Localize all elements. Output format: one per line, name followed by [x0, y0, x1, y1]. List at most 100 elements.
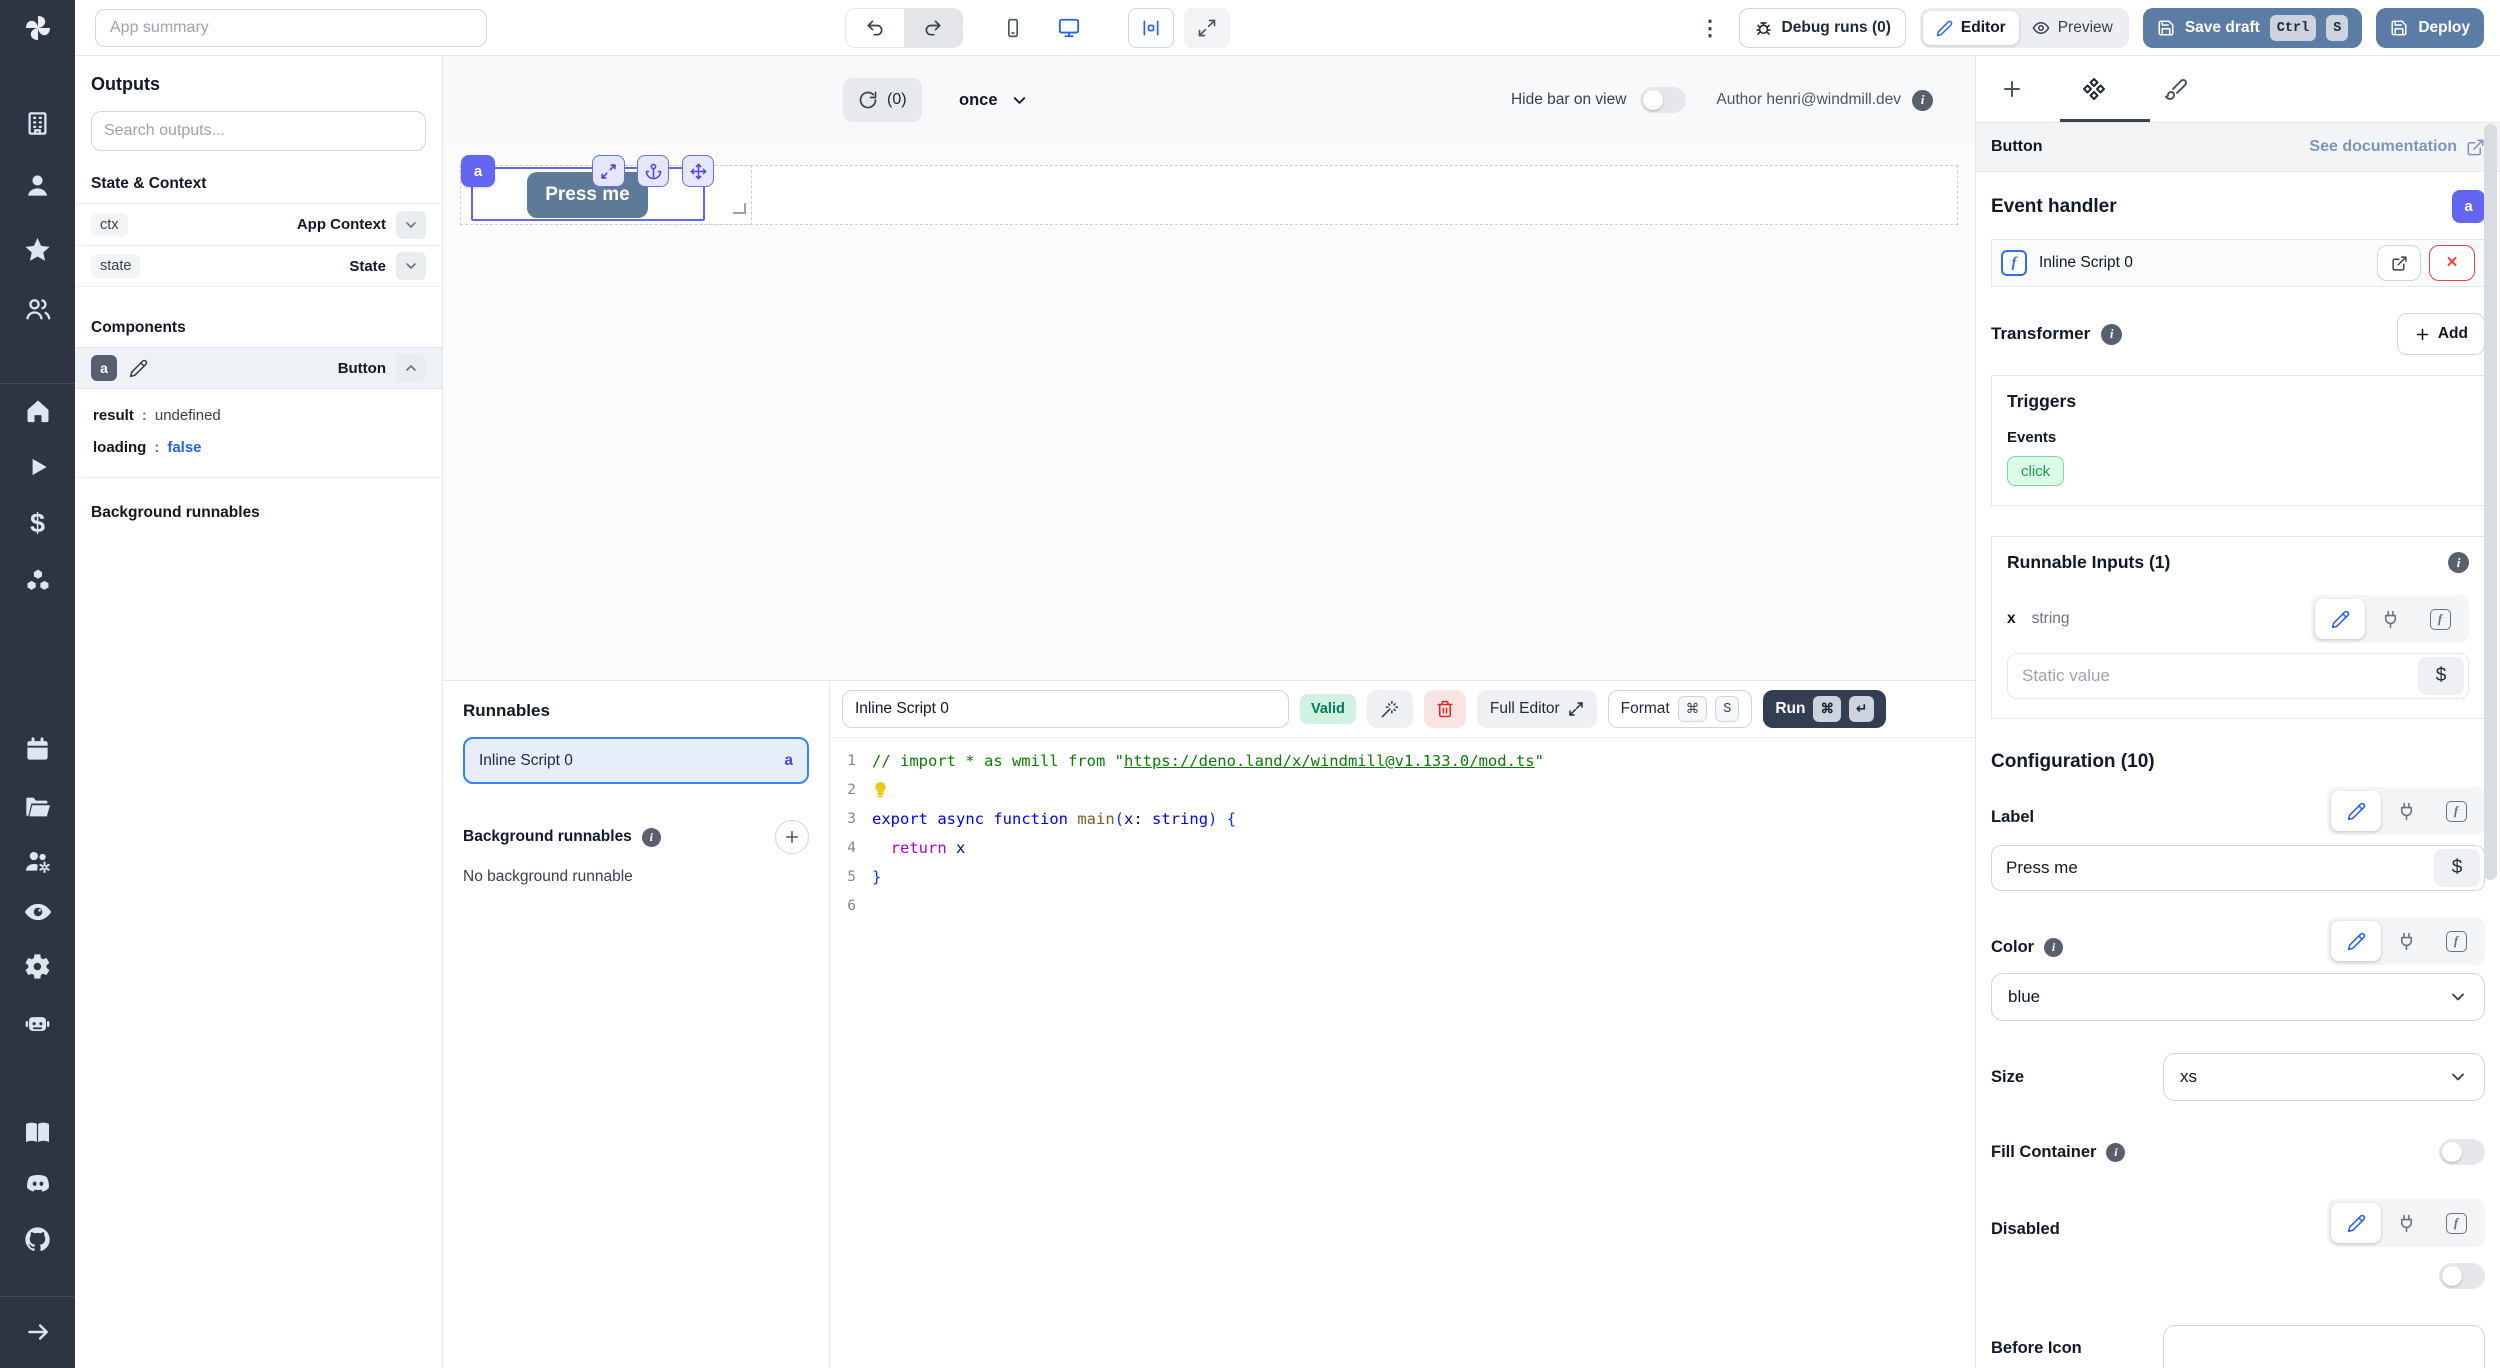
output-row-state[interactable]: state State: [75, 245, 442, 287]
before-icon-input[interactable]: [2163, 1325, 2485, 1368]
sidebar-item-home[interactable]: [15, 388, 61, 434]
debug-runs-button[interactable]: Debug runs (0): [1739, 8, 1906, 48]
tab-insert-component[interactable]: [2000, 77, 2024, 101]
app-summary-input[interactable]: [95, 9, 487, 47]
label-value-input[interactable]: [1992, 858, 2434, 878]
state-expand-button[interactable]: [396, 252, 426, 280]
open-script-button[interactable]: [2377, 245, 2421, 281]
info-icon[interactable]: i: [2448, 552, 2469, 573]
prop-loading-value: false: [167, 439, 201, 456]
connect-input-mode-button[interactable]: [2365, 599, 2415, 639]
delete-script-button[interactable]: [1424, 690, 1466, 728]
redo-button[interactable]: [904, 9, 962, 47]
sidebar-item-schedules[interactable]: [15, 726, 61, 772]
ai-assistant-button[interactable]: [1367, 690, 1413, 728]
canvas-view-options: Hide bar on view Author henri@windmill.d…: [1511, 78, 1933, 122]
sidebar-item-members[interactable]: [15, 286, 61, 332]
disabled-toggle[interactable]: [2439, 1263, 2485, 1289]
expand-component-button[interactable]: [592, 155, 625, 187]
info-icon[interactable]: i: [2106, 1143, 2125, 1162]
connect-input-mode-button[interactable]: [2381, 791, 2431, 831]
component-output-row[interactable]: a Button: [75, 347, 442, 389]
save-draft-button[interactable]: Save draft Ctrl S: [2143, 8, 2362, 48]
detach-script-button[interactable]: ×: [2429, 245, 2475, 281]
see-documentation-link[interactable]: See documentation: [2309, 138, 2485, 157]
plug-icon: [2397, 802, 2416, 821]
static-input-mode-button[interactable]: [2315, 599, 2365, 639]
sidebar-item-variables[interactable]: $: [15, 500, 61, 546]
sidebar-item-ai[interactable]: [15, 999, 61, 1045]
search-outputs-input[interactable]: [91, 111, 426, 151]
info-icon[interactable]: i: [2044, 938, 2063, 957]
refresh-mode-select[interactable]: once: [959, 78, 1029, 122]
connect-input-mode-button[interactable]: [2381, 921, 2431, 961]
tab-styling[interactable]: [2164, 77, 2188, 101]
static-value-input[interactable]: [2008, 666, 2418, 686]
hide-bar-toggle[interactable]: [1640, 87, 1686, 113]
undo-button[interactable]: [846, 9, 904, 47]
script-name-input[interactable]: [842, 690, 1289, 728]
static-input-mode-button[interactable]: [2331, 1203, 2381, 1243]
canvas-grid[interactable]: a Press me: [443, 145, 1975, 680]
eval-input-mode-button[interactable]: f: [2431, 921, 2481, 961]
fullscreen-button[interactable]: [1184, 8, 1230, 48]
align-components-button[interactable]: [1128, 8, 1174, 48]
runnable-item-inline-script-0[interactable]: Inline Script 0 a: [463, 737, 809, 784]
size-select[interactable]: xs: [2163, 1053, 2485, 1101]
sidebar-item-settings[interactable]: [15, 943, 61, 989]
add-background-runnable-button[interactable]: [775, 820, 809, 854]
windmill-logo[interactable]: [0, 0, 75, 56]
format-button[interactable]: Format ⌘ S: [1608, 690, 1753, 728]
deploy-button[interactable]: Deploy: [2376, 8, 2484, 48]
eval-input-mode-button[interactable]: f: [2431, 1203, 2481, 1243]
full-editor-button[interactable]: Full Editor: [1477, 690, 1597, 728]
function-icon: f: [2446, 931, 2467, 952]
sidebar-item-github[interactable]: [15, 1216, 61, 1262]
refresh-runnables-button[interactable]: (0): [843, 78, 922, 122]
add-transformer-button[interactable]: Add: [2397, 313, 2485, 355]
color-select[interactable]: blue: [1991, 973, 2485, 1021]
sidebar-item-workspace[interactable]: [15, 100, 61, 146]
code-area[interactable]: 1 // import * as wmill from "https://den…: [830, 738, 1975, 920]
lightbulb-icon[interactable]: [872, 781, 889, 798]
sidebar-item-groups[interactable]: [15, 838, 61, 884]
eval-input-mode-button[interactable]: f: [2415, 599, 2465, 639]
static-input-mode-button[interactable]: [2331, 921, 2381, 961]
tab-editor[interactable]: Editor: [1923, 11, 2019, 45]
info-icon[interactable]: i: [642, 828, 661, 847]
more-menu-button[interactable]: ⋮: [1696, 18, 1725, 39]
fill-container-toggle[interactable]: [2439, 1139, 2485, 1165]
canvas-button-component[interactable]: Press me: [527, 172, 648, 218]
sidebar-item-user[interactable]: [15, 162, 61, 208]
eval-input-mode-button[interactable]: f: [2431, 791, 2481, 831]
anchor-component-button[interactable]: [637, 155, 669, 187]
mobile-view-button[interactable]: [989, 8, 1037, 48]
variable-picker-button[interactable]: $: [2418, 657, 2464, 695]
component-collapse-button[interactable]: [396, 354, 426, 382]
sidebar-item-audit[interactable]: [15, 889, 61, 935]
sidebar-item-resources[interactable]: [15, 557, 61, 603]
sidebar-item-folders[interactable]: [15, 784, 61, 830]
ctx-expand-button[interactable]: [396, 211, 426, 239]
connect-input-mode-button[interactable]: [2381, 1203, 2431, 1243]
attached-script-card[interactable]: f Inline Script 0 ×: [1991, 239, 2485, 287]
variable-picker-button[interactable]: $: [2434, 849, 2480, 887]
sidebar-collapse-button[interactable]: [15, 1309, 61, 1355]
run-button[interactable]: Run ⌘ ↵: [1763, 690, 1886, 728]
desktop-view-button[interactable]: [1045, 8, 1093, 48]
info-icon[interactable]: i: [2101, 324, 2122, 345]
tab-preview[interactable]: Preview: [2019, 11, 2126, 45]
sidebar-item-favorites[interactable]: [15, 226, 61, 272]
static-input-mode-button[interactable]: [2331, 791, 2381, 831]
info-icon[interactable]: i: [1912, 90, 1933, 111]
sidebar-item-discord[interactable]: [15, 1161, 61, 1207]
tab-component-settings[interactable]: [2082, 77, 2106, 101]
sidebar-item-runs[interactable]: [15, 444, 61, 490]
pencil-icon[interactable]: [129, 359, 148, 378]
plug-icon: [2397, 1214, 2416, 1233]
sidebar-item-docs[interactable]: [15, 1109, 61, 1155]
inspector-scrollbar[interactable]: [2484, 124, 2497, 880]
move-component-button[interactable]: [682, 155, 714, 187]
resize-handle[interactable]: [733, 203, 746, 214]
output-row-ctx[interactable]: ctx App Context: [75, 203, 442, 245]
